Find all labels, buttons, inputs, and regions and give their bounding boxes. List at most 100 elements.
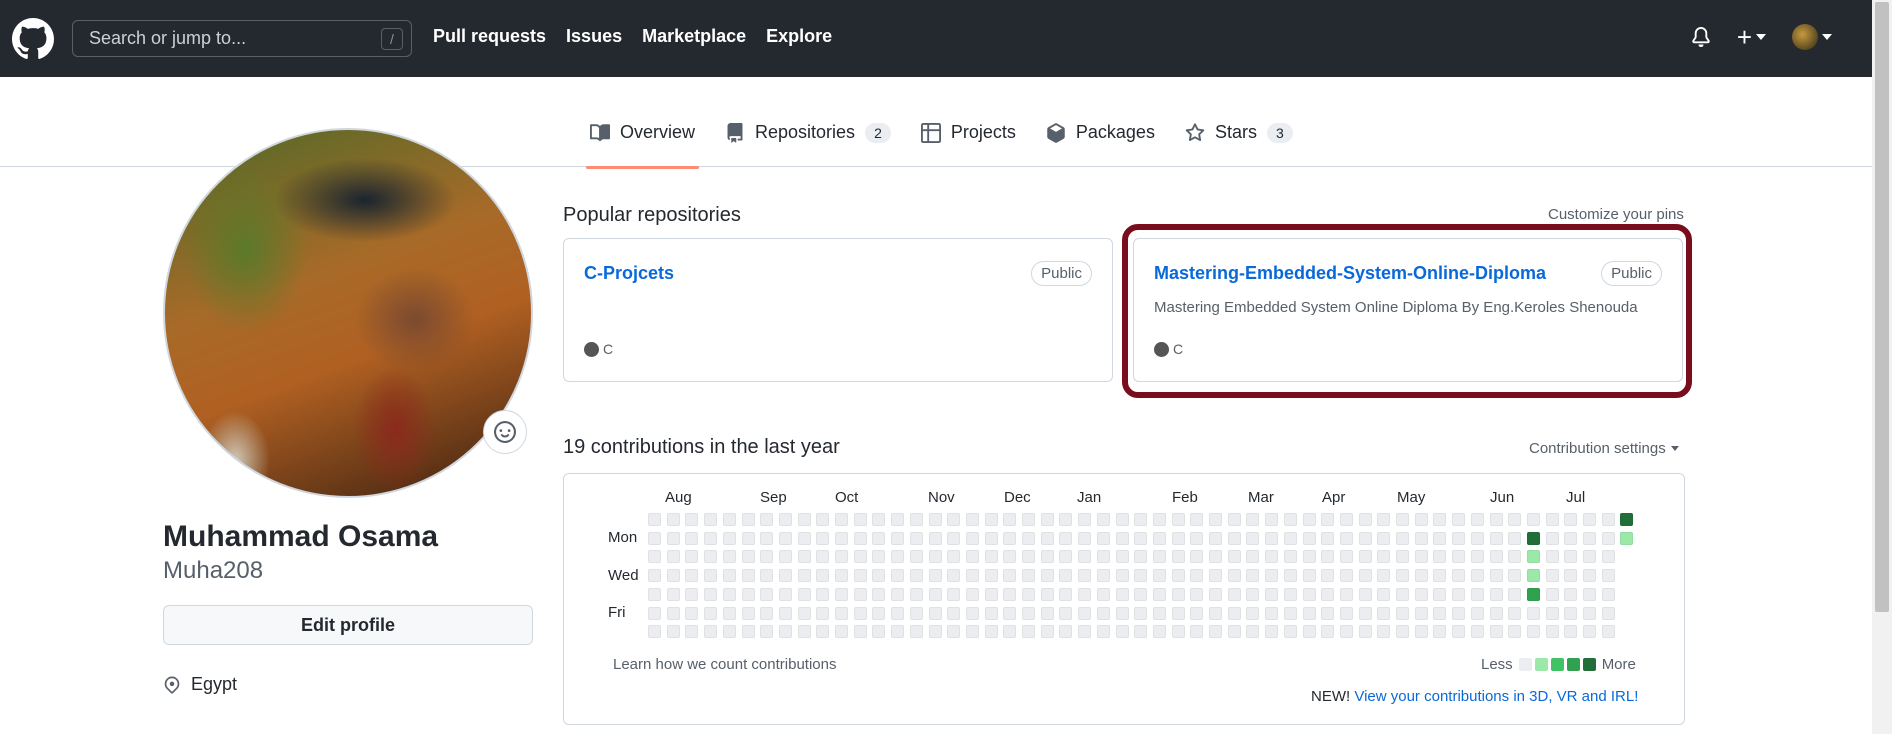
contribution-day[interactable] — [1209, 550, 1222, 564]
contribution-day[interactable] — [1283, 569, 1297, 583]
contribution-day[interactable] — [1601, 569, 1615, 583]
contribution-day[interactable] — [835, 625, 848, 639]
contribution-day[interactable] — [1003, 550, 1017, 564]
contribution-day[interactable] — [1470, 531, 1484, 545]
contribution-day[interactable] — [1433, 606, 1447, 620]
contribution-day[interactable] — [1358, 531, 1372, 545]
contribution-day[interactable] — [1209, 569, 1222, 583]
contribution-day[interactable] — [1022, 587, 1035, 601]
contribution-day[interactable] — [1583, 513, 1596, 526]
contribution-day[interactable] — [666, 513, 680, 526]
contribution-day[interactable] — [797, 606, 811, 620]
contribution-day[interactable] — [835, 569, 848, 583]
contribution-day[interactable] — [1339, 550, 1353, 564]
contribution-day[interactable] — [1096, 625, 1110, 639]
contribution-day[interactable] — [1489, 625, 1503, 639]
contribution-day[interactable] — [1246, 606, 1260, 620]
contribution-day[interactable] — [1227, 531, 1241, 545]
contribution-day[interactable] — [1171, 606, 1185, 620]
contribution-day[interactable] — [1152, 587, 1166, 601]
contribution-day[interactable] — [1059, 569, 1073, 583]
contribution-day[interactable] — [1508, 606, 1522, 620]
contribution-day[interactable] — [1040, 531, 1054, 545]
contribution-day[interactable] — [1339, 587, 1353, 601]
contribution-day[interactable] — [1433, 587, 1447, 601]
contribution-day[interactable] — [1003, 569, 1017, 583]
contribution-day[interactable] — [1414, 550, 1428, 564]
contribution-day[interactable] — [1526, 550, 1540, 564]
contribution-day[interactable] — [1396, 625, 1409, 639]
contribution-day[interactable] — [1452, 569, 1466, 583]
contribution-day[interactable] — [1265, 625, 1279, 639]
contribution-day[interactable] — [1246, 587, 1260, 601]
contribution-day[interactable] — [797, 569, 811, 583]
contribution-day[interactable] — [984, 513, 998, 526]
contribution-day[interactable] — [1452, 531, 1466, 545]
contribution-day[interactable] — [722, 531, 736, 545]
contribution-day[interactable] — [984, 550, 998, 564]
contribution-day[interactable] — [1583, 531, 1596, 545]
contribution-day[interactable] — [965, 625, 979, 639]
contribution-day[interactable] — [1508, 531, 1522, 545]
contribution-day[interactable] — [1246, 569, 1260, 583]
contribution-day[interactable] — [1003, 587, 1017, 601]
contribution-day[interactable] — [1545, 550, 1559, 564]
contribution-day[interactable] — [891, 513, 905, 526]
contribution-day[interactable] — [835, 587, 848, 601]
contribution-day[interactable] — [1171, 550, 1185, 564]
contribution-day[interactable] — [947, 550, 961, 564]
contribution-day[interactable] — [1040, 513, 1054, 526]
contribution-day[interactable] — [1096, 531, 1110, 545]
contribution-day[interactable] — [648, 513, 661, 526]
contribution-day[interactable] — [1246, 625, 1260, 639]
contribution-day[interactable] — [1358, 550, 1372, 564]
contribution-day[interactable] — [1489, 513, 1503, 526]
contribution-day[interactable] — [1115, 587, 1129, 601]
nav-explore[interactable]: Explore — [766, 26, 832, 47]
contribution-day[interactable] — [872, 550, 886, 564]
contribution-day[interactable] — [1134, 625, 1148, 639]
contribution-day[interactable] — [722, 569, 736, 583]
contribution-day[interactable] — [1265, 513, 1279, 526]
contribution-settings-dropdown[interactable]: Contribution settings — [1529, 440, 1679, 457]
contribution-day[interactable] — [1040, 550, 1054, 564]
contribution-day[interactable] — [797, 531, 811, 545]
contribution-day[interactable] — [666, 569, 680, 583]
contribution-day[interactable] — [872, 569, 886, 583]
contribution-day[interactable] — [1489, 531, 1503, 545]
contribution-day[interactable] — [760, 625, 774, 639]
contribution-day[interactable] — [891, 550, 905, 564]
contribution-day[interactable] — [1396, 550, 1409, 564]
contribution-day[interactable] — [685, 513, 699, 526]
contribution-day[interactable] — [760, 587, 774, 601]
contribution-day[interactable] — [1209, 531, 1222, 545]
learn-count-link[interactable]: Learn how we count contributions — [613, 656, 836, 673]
contribution-day[interactable] — [1358, 587, 1372, 601]
contribution-day[interactable] — [1227, 569, 1241, 583]
skyline-link[interactable]: View your contributions in 3D, VR and IR… — [1354, 688, 1638, 705]
contribution-day[interactable] — [722, 587, 736, 601]
contribution-day[interactable] — [741, 531, 755, 545]
contribution-day[interactable] — [1601, 587, 1615, 601]
contribution-day[interactable] — [1489, 550, 1503, 564]
contribution-day[interactable] — [1321, 531, 1335, 545]
contribution-day[interactable] — [872, 587, 886, 601]
contribution-day[interactable] — [1302, 625, 1316, 639]
contribution-day[interactable] — [1508, 513, 1522, 526]
contribution-day[interactable] — [1022, 550, 1035, 564]
contribution-day[interactable] — [1433, 513, 1447, 526]
contribution-day[interactable] — [1171, 513, 1185, 526]
contribution-day[interactable] — [704, 569, 718, 583]
contribution-day[interactable] — [1078, 513, 1092, 526]
contribution-day[interactable] — [1003, 625, 1017, 639]
contribution-day[interactable] — [778, 513, 792, 526]
contribution-day[interactable] — [1470, 550, 1484, 564]
bell-icon[interactable] — [1691, 26, 1711, 48]
contribution-day[interactable] — [1321, 606, 1335, 620]
contribution-day[interactable] — [1489, 587, 1503, 601]
contribution-day[interactable] — [704, 606, 718, 620]
contribution-day[interactable] — [722, 513, 736, 526]
contribution-day[interactable] — [1396, 606, 1409, 620]
contribution-day[interactable] — [1583, 587, 1596, 601]
customize-pins-link[interactable]: Customize your pins — [1548, 206, 1684, 223]
